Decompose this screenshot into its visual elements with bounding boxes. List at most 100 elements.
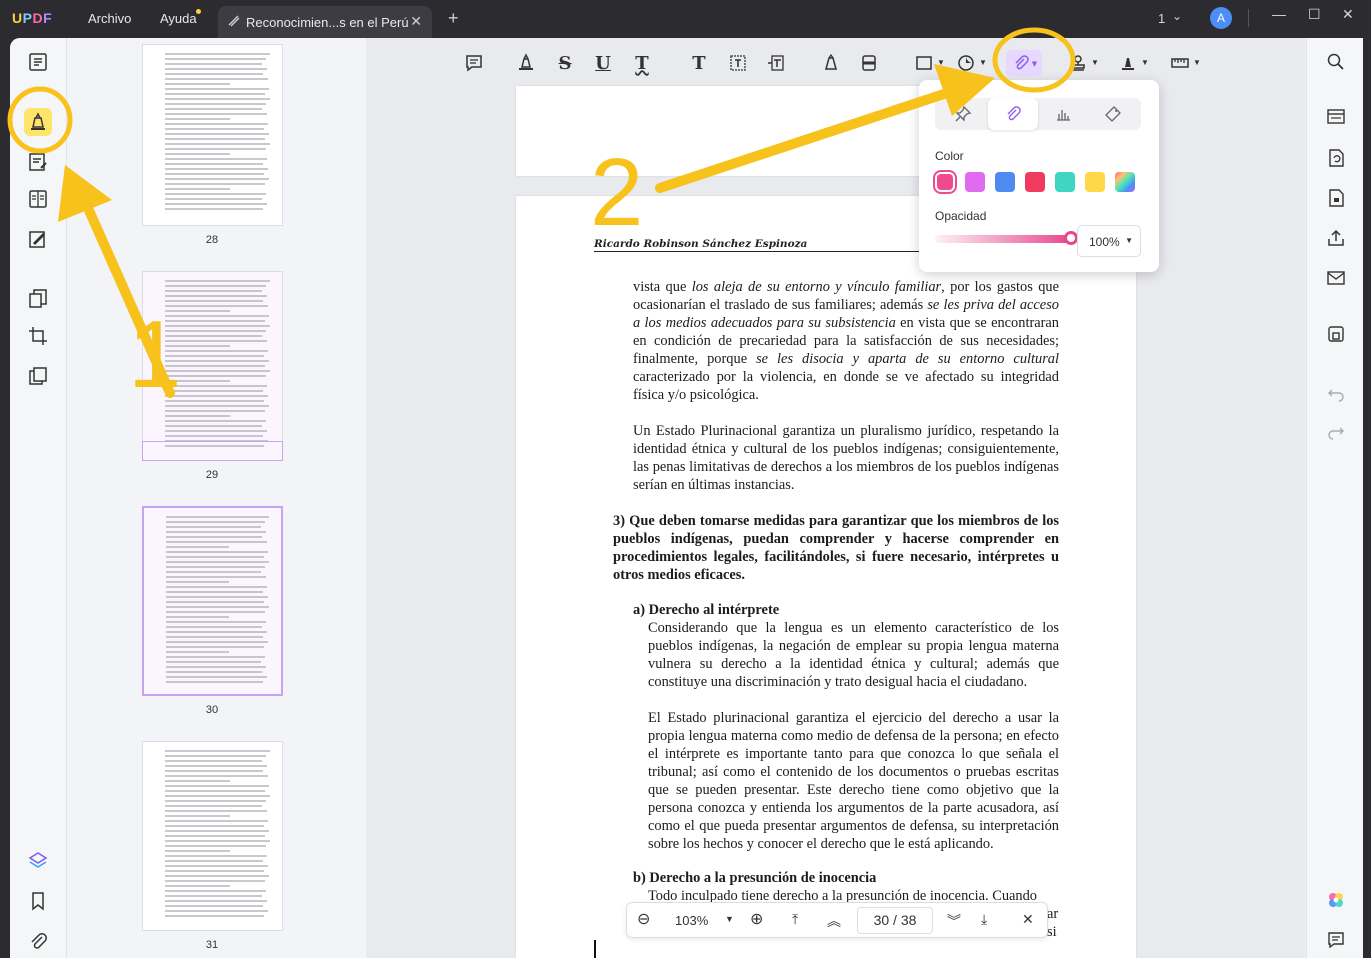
stamp-caret-icon[interactable]: ▼ (1091, 58, 1099, 67)
layers-icon[interactable] (27, 850, 49, 872)
attachment-sidebar-icon[interactable] (27, 930, 49, 952)
page-number-box[interactable]: 30 / 38 (857, 907, 933, 934)
opacity-slider[interactable] (935, 235, 1071, 243)
thumbnail-text-line (166, 676, 267, 678)
color-swatch[interactable] (1115, 172, 1135, 192)
squiggly-icon[interactable]: T (629, 50, 655, 76)
color-swatch[interactable] (933, 170, 957, 194)
opacity-select[interactable]: 100% ▼ (1077, 225, 1141, 257)
ai-assistant-icon[interactable] (1326, 890, 1346, 910)
previous-page-icon[interactable]: ︽ (827, 911, 841, 931)
page-tools-icon[interactable] (27, 365, 49, 387)
thumbnail-text-line (165, 118, 230, 120)
search-icon[interactable] (1326, 52, 1346, 72)
next-page-icon[interactable]: ︾ (947, 911, 961, 931)
sticker-caret-icon[interactable]: ▼ (979, 58, 987, 67)
current-page: 30 (873, 912, 890, 928)
zoom-in-icon[interactable]: ⊕ (750, 909, 763, 929)
thumbnail-text-line (165, 765, 267, 767)
thumbnail-text-line (165, 198, 262, 200)
thumbnail-text-line (165, 810, 267, 812)
maximize-button[interactable]: ☐ (1308, 6, 1321, 23)
crop-icon[interactable] (27, 325, 49, 347)
zoom-out-icon[interactable]: ⊖ (637, 909, 650, 929)
zoom-dropdown-icon[interactable]: ▼ (725, 914, 734, 924)
shape-rectangle-icon[interactable] (911, 50, 937, 76)
measure-icon[interactable] (1167, 50, 1193, 76)
sticky-note-icon[interactable] (461, 50, 487, 76)
minimize-button[interactable]: — (1272, 6, 1286, 22)
thumbnail-number: 30 (205, 704, 219, 716)
convert-icon[interactable] (1326, 148, 1346, 168)
protect-icon[interactable] (1326, 188, 1346, 208)
paperclip-icon[interactable] (988, 98, 1038, 130)
text-callout-icon[interactable] (763, 50, 789, 76)
thumbnail-text-line (165, 780, 230, 782)
thumbnail-text-line (166, 681, 263, 683)
eraser-icon[interactable] (856, 50, 882, 76)
menu-ayuda[interactable]: Ayuda (160, 11, 197, 26)
signature-caret-icon[interactable]: ▼ (1141, 58, 1149, 67)
thumbnail-text-line (166, 666, 266, 668)
stamp-icon[interactable] (1065, 50, 1091, 76)
save-icon[interactable] (1326, 324, 1346, 344)
first-page-icon[interactable]: ⤒ (792, 911, 798, 928)
thumbnail-text-line (165, 280, 270, 282)
thumbnail-page-30-selected[interactable] (142, 506, 283, 696)
share-icon[interactable] (1326, 228, 1346, 248)
edit-pdf-icon[interactable] (27, 151, 49, 173)
form-icon[interactable] (27, 188, 49, 210)
color-swatch[interactable] (1085, 172, 1105, 192)
underline-icon[interactable]: U (590, 50, 616, 76)
thumbnail-text-line (166, 631, 267, 633)
highlight-icon[interactable] (513, 50, 539, 76)
text-box-icon[interactable] (725, 50, 751, 76)
thumbnail-text-line (166, 636, 263, 638)
last-page-icon[interactable]: ⤓ (981, 911, 987, 928)
thumbnail-text-line (165, 815, 230, 817)
thumbnail-text-line (166, 661, 261, 663)
text-comment-icon[interactable]: T (686, 50, 712, 76)
bookmark-icon[interactable] (27, 890, 49, 912)
thumbnail-page-28[interactable] (142, 44, 283, 226)
comment-highlighter-icon[interactable] (27, 111, 49, 133)
redo-icon[interactable] (1326, 422, 1346, 442)
zoom-level[interactable]: 103% (675, 913, 708, 928)
new-tab-button[interactable]: + (448, 8, 459, 29)
color-swatch[interactable] (965, 172, 985, 192)
sticker-icon[interactable] (953, 50, 979, 76)
pin-icon[interactable] (938, 98, 988, 130)
thumbnail-text-line (165, 845, 266, 847)
opacity-slider-handle[interactable] (1064, 231, 1078, 245)
paragraph-tail: si (1047, 924, 1057, 940)
organize-pages-icon[interactable] (27, 287, 49, 309)
graph-icon[interactable] (1038, 98, 1088, 130)
close-window-button[interactable]: ✕ (1342, 6, 1354, 23)
email-icon[interactable] (1326, 268, 1346, 288)
close-tab-icon[interactable]: ✕ (410, 13, 422, 30)
color-swatch[interactable] (1055, 172, 1075, 192)
thumbnail-text-line (165, 800, 266, 802)
thumbnail-page-31[interactable] (142, 741, 283, 931)
menu-archivo[interactable]: Archivo (88, 11, 131, 26)
pencil-icon[interactable] (818, 50, 844, 76)
color-swatch[interactable] (1025, 172, 1045, 192)
thumbnail-text-line (166, 541, 267, 543)
avatar[interactable]: A (1210, 7, 1232, 29)
color-swatch[interactable] (995, 172, 1015, 192)
undo-icon[interactable] (1326, 384, 1346, 404)
strikethrough-icon[interactable]: S (552, 50, 578, 76)
measure-caret-icon[interactable]: ▼ (1193, 58, 1201, 67)
close-nav-icon[interactable]: ✕ (1022, 911, 1034, 928)
tag-icon[interactable] (1088, 98, 1138, 130)
fill-sign-icon[interactable] (27, 228, 49, 250)
chevron-down-icon[interactable]: ⌄ (1172, 9, 1182, 23)
reader-mode-icon[interactable] (27, 51, 49, 73)
window-count[interactable]: 1 (1158, 11, 1165, 26)
comments-list-icon[interactable] (1326, 930, 1346, 950)
document-tab[interactable]: Reconocimien...s en el Perú ✕ (218, 6, 432, 38)
attachment-tool-icon[interactable]: ▼ (1006, 50, 1042, 76)
shape-caret-icon[interactable]: ▼ (937, 58, 945, 67)
signature-icon[interactable] (1115, 50, 1141, 76)
ocr-icon[interactable] (1326, 106, 1346, 126)
